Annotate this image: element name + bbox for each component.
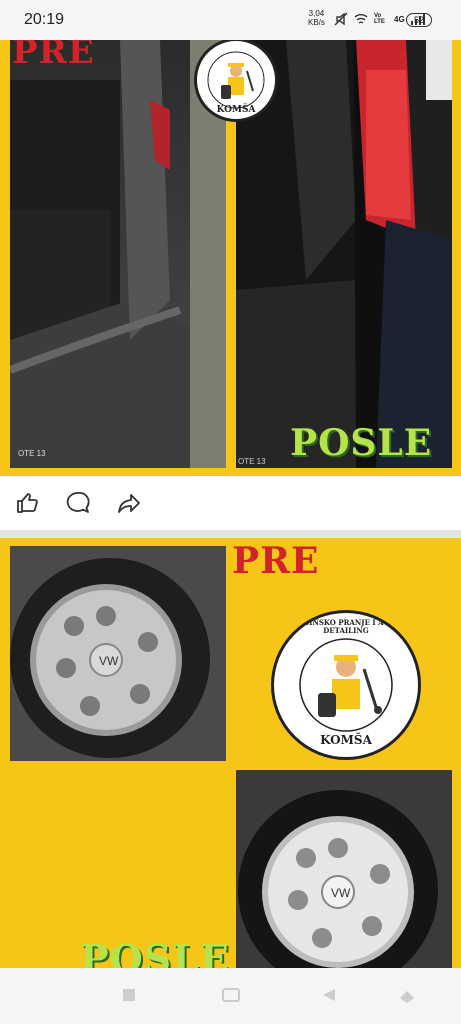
brand-logo: DUBINSKO PRANJE I AUTO DETAILING KOMŠA [271, 610, 421, 760]
volte-label: Vo LTE [374, 13, 385, 25]
logo-arc-text: DUBINSKO PRANJE I AUTO DETAILING [291, 618, 401, 635]
wheel-after-photo: VW [236, 770, 452, 968]
battery-level: 52 [413, 15, 424, 25]
caption-before: PRE [232, 540, 320, 582]
brand-logo: KOMŠA [194, 40, 278, 122]
feed[interactable]: OTE 13 OTE 13 PRE POSLE KOMŠA VW VW PRE … [0, 40, 461, 968]
assist-button[interactable] [398, 988, 416, 1004]
network-speed-value: 3,04 [308, 9, 325, 18]
post-image-wheel[interactable]: VW VW PRE POSLE DUBINSKO PRANJE I AUTO D… [0, 538, 461, 968]
caption-after: POSLE [290, 422, 433, 464]
photo-watermark-right: OTE 13 [238, 457, 266, 466]
trunk-before-photo: OTE 13 [10, 40, 226, 468]
logo-name: KOMŠA [216, 105, 256, 115]
status-bar: 20:19 3,04 KB/s Vo LTE 4G 52 [0, 0, 461, 40]
post-image-trunk[interactable]: OTE 13 OTE 13 PRE POSLE KOMŠA [0, 40, 461, 476]
recent-apps-button[interactable] [122, 988, 136, 1002]
back-button[interactable] [322, 988, 336, 1002]
home-button[interactable] [222, 988, 240, 1002]
logo-name: KOMŠA [320, 733, 372, 747]
post-actions [0, 476, 461, 530]
mute-icon [334, 12, 348, 26]
caption-after: POSLE [80, 936, 230, 968]
photo-watermark-left: OTE 13 [18, 449, 46, 458]
network-speed-unit: KB/s [308, 18, 325, 27]
network-gen-label: 4G [394, 14, 405, 24]
share-icon[interactable] [116, 490, 142, 516]
post-separator [0, 530, 461, 538]
system-nav-bar [0, 968, 461, 1024]
network-speed: 3,04 KB/s [308, 9, 325, 27]
vw-emblem-before: VW [99, 654, 119, 668]
comment-icon[interactable] [65, 490, 91, 516]
battery-indicator: 52 [406, 13, 432, 27]
caption-before: PRE [12, 40, 95, 72]
trunk-before-drawing: OTE 13 [10, 40, 226, 468]
vw-emblem-after: VW [331, 886, 351, 900]
wheel-before-drawing: VW [10, 546, 226, 761]
wheel-before-photo: VW [10, 546, 226, 761]
status-time: 20:19 [24, 11, 65, 28]
wheel-after-drawing: VW [236, 770, 452, 968]
thumbs-up-icon[interactable] [14, 490, 40, 516]
wifi-icon [354, 14, 368, 24]
